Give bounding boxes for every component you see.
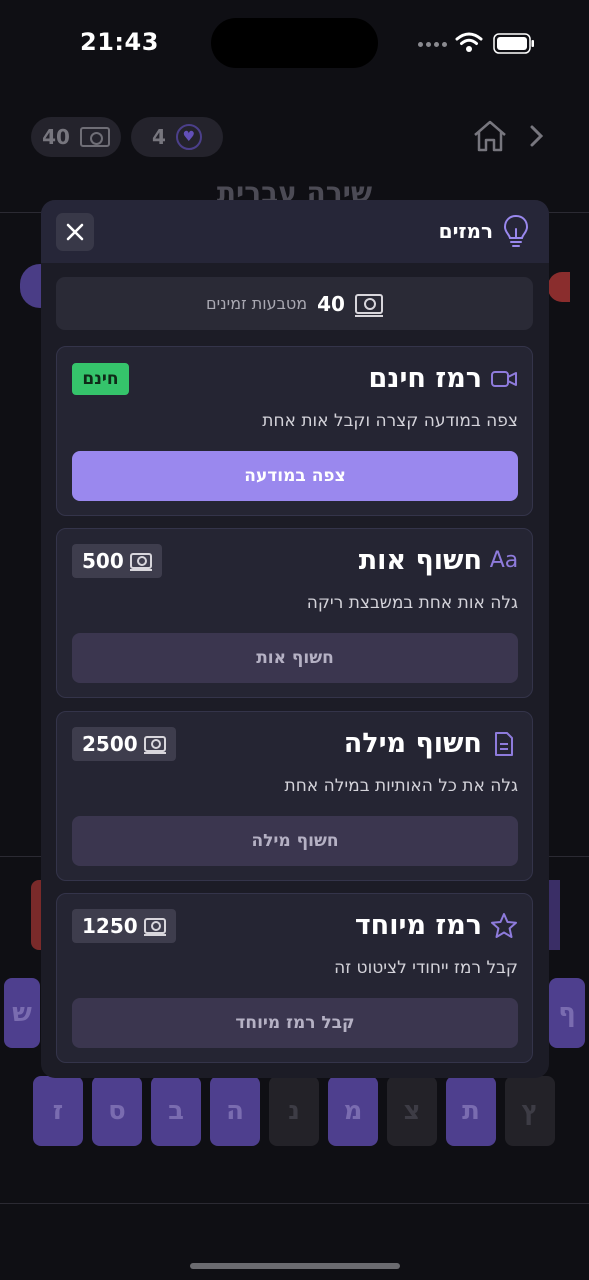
hint-card-reveal-word: חשוף מילה 2500 גלה את כל האותיות במילה א… [56, 711, 533, 881]
keyboard-key: ש [4, 978, 40, 1048]
cost-badge: 1250 [72, 909, 176, 943]
hints-modal: רמזים 40 מטבעות זמינים רמז חינם חינם צפה… [41, 200, 549, 1078]
hint-card-free: רמז חינם חינם צפה במודעה קצרה וקבל אות א… [56, 346, 533, 516]
money-icon [129, 553, 152, 571]
bg-element [548, 880, 560, 950]
modal-header: רמזים [41, 200, 549, 263]
keyboard-key[interactable]: ה [210, 1076, 260, 1146]
available-coins-amount: 40 [317, 291, 345, 316]
modal-title: רמזים [438, 219, 493, 243]
reveal-letter-button[interactable]: חשוף אות [72, 633, 518, 683]
wifi-icon [455, 32, 483, 52]
hint-card-reveal-letter: Aa חשוף אות 500 גלה אות אחת במשבצת ריקה … [56, 528, 533, 698]
cost-amount: 2500 [82, 732, 138, 756]
hint-description: צפה במודעה קצרה וקבל אות אחת [262, 411, 518, 431]
hint-title: רמז מיוחד [354, 910, 482, 941]
lives-count: 4 [152, 125, 166, 149]
status-bar: 21:43 [0, 0, 589, 90]
chevron-right-icon [530, 125, 544, 147]
divider [0, 1203, 589, 1204]
star-icon [490, 912, 518, 940]
clock: 21:43 [80, 28, 159, 56]
battery-icon [493, 33, 534, 54]
hint-description: קבל רמז ייחודי לציטוט זה [334, 958, 518, 978]
coins-counter: 40 [31, 117, 121, 157]
video-icon [490, 365, 518, 393]
coins-count: 40 [42, 125, 70, 149]
cost-amount: 1250 [82, 914, 138, 938]
cost-badge: 500 [72, 544, 162, 578]
money-icon [354, 293, 383, 317]
hint-title: חשוף אות [358, 545, 482, 576]
available-coins-banner: 40 מטבעות זמינים [56, 277, 533, 330]
special-hint-button[interactable]: קבל רמז מיוחד [72, 998, 518, 1048]
hint-description: גלה אות אחת במשבצת ריקה [306, 593, 518, 613]
keyboard-key[interactable]: ב [151, 1076, 201, 1146]
modal-title-group: רמזים [439, 214, 529, 248]
money-icon [143, 736, 166, 754]
money-icon [79, 127, 110, 147]
keyboard-key[interactable]: ס [92, 1076, 142, 1146]
keyboard-key[interactable]: ז [33, 1076, 83, 1146]
close-button[interactable] [56, 213, 94, 251]
signal-icon [418, 42, 447, 47]
lives-counter: 4 ♥ [131, 117, 223, 157]
keyboard-key-disabled: צ [387, 1076, 437, 1146]
lightbulb-icon [503, 214, 529, 247]
hint-title: רמז חינם [368, 363, 482, 394]
cost-amount: 500 [82, 549, 124, 573]
keyboard-key-disabled: נ [269, 1076, 319, 1146]
hint-title: חשוף מילה [343, 728, 482, 759]
keyboard-key[interactable]: ת [446, 1076, 496, 1146]
free-badge: חינם [72, 363, 129, 395]
keyboard-key[interactable]: מ [328, 1076, 378, 1146]
letters-icon: Aa [489, 548, 519, 573]
watch-ad-button[interactable]: צפה במודעה [72, 451, 518, 501]
close-icon [66, 223, 84, 241]
money-icon [143, 918, 166, 936]
cost-badge: 2500 [72, 727, 176, 761]
keyboard-key: ף [549, 978, 585, 1048]
heart-icon: ♥ [175, 124, 202, 150]
available-coins-label: מטבעות זמינים [206, 294, 308, 313]
document-icon [490, 730, 518, 758]
home-icon [474, 120, 506, 152]
hint-card-special: רמז מיוחד 1250 קבל רמז ייחודי לציטוט זה … [56, 893, 533, 1063]
keyboard-key-disabled: ץ [505, 1076, 555, 1146]
reveal-word-button[interactable]: חשוף מילה [72, 816, 518, 866]
bg-element [548, 272, 570, 302]
hint-description: גלה את כל האותיות במילה אחת [284, 776, 518, 796]
dynamic-island [211, 18, 378, 68]
home-indicator [190, 1263, 400, 1269]
